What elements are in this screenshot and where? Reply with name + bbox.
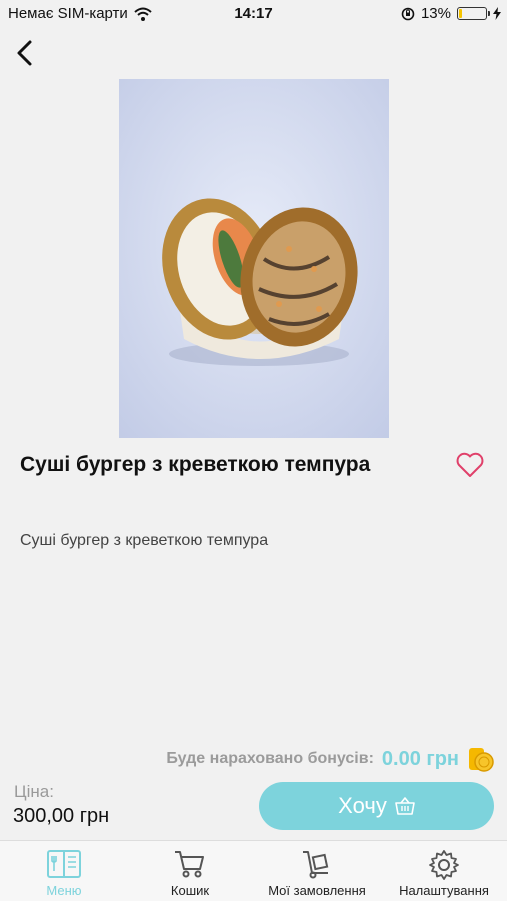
basket-icon xyxy=(395,797,415,815)
chevron-left-icon xyxy=(17,40,32,66)
tab-orders-label: Мої замовлення xyxy=(268,883,366,898)
orientation-lock-icon xyxy=(401,7,415,20)
product-title: Суші бургер з креветкою темпура xyxy=(20,453,371,476)
favorite-button[interactable] xyxy=(454,449,486,481)
tab-settings[interactable]: Налаштування xyxy=(384,841,504,901)
orders-icon xyxy=(303,851,329,879)
battery-icon xyxy=(457,7,490,20)
price-value: 300,00 грн xyxy=(13,805,110,827)
settings-gear-icon xyxy=(429,850,459,880)
want-button-label: Хочу xyxy=(338,793,387,818)
tab-bar: Меню Кошик Мої замовлення Налаштування xyxy=(0,840,507,901)
back-button[interactable] xyxy=(10,38,42,70)
tab-cart-label: Кошик xyxy=(170,883,210,898)
tab-orders[interactable]: Мої замовлення xyxy=(257,841,377,901)
menu-book-icon xyxy=(47,850,81,878)
battery-percent: 13% xyxy=(420,5,451,22)
want-button[interactable]: Хочу xyxy=(259,782,494,830)
charging-bolt-icon xyxy=(493,7,501,20)
bonus-value: 0.00 грн xyxy=(381,747,459,770)
bonus-label: Буде нараховано бонусів: xyxy=(166,750,374,767)
status-bar: Немає SIM-карти 14:17 13% xyxy=(0,0,507,28)
bonus-coin-icon xyxy=(469,748,494,772)
battery-level xyxy=(459,9,462,18)
product-description: Суші бургер з креветкою темпура xyxy=(20,532,269,549)
price-label: Ціна: xyxy=(14,782,54,801)
product-image xyxy=(119,79,389,438)
tab-menu[interactable]: Меню xyxy=(4,841,124,901)
cart-icon xyxy=(175,851,204,878)
bonus-row: Буде нараховано бонусів: 0.00 грн xyxy=(166,744,495,774)
tab-settings-label: Налаштування xyxy=(399,883,489,898)
status-right: 13% xyxy=(401,5,501,22)
tab-cart[interactable]: Кошик xyxy=(130,841,250,901)
tab-menu-label: Меню xyxy=(46,883,82,898)
heart-icon xyxy=(456,452,484,477)
